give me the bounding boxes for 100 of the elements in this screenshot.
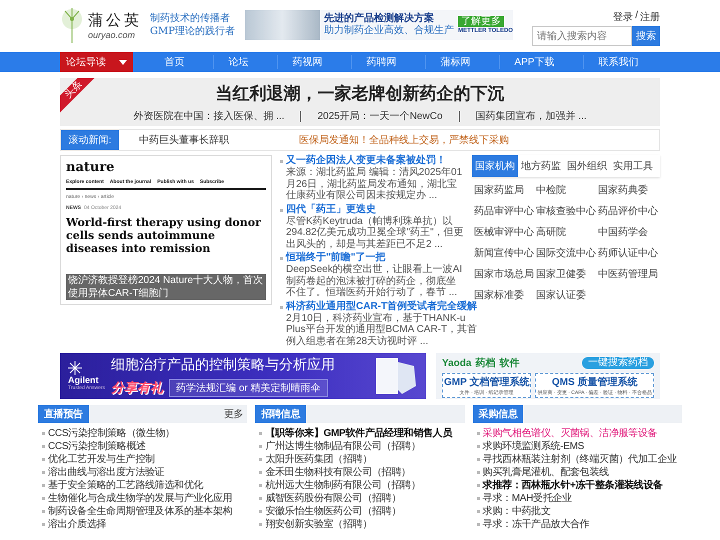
ad-title: 先进的产品检测解决方案 [324, 13, 436, 24]
bullet-icon [42, 497, 45, 500]
list-link[interactable]: 太阳升医药集团（招聘） [259, 453, 372, 466]
list-link[interactable]: 生物催化与合成生物学的发展与产业化应用 [42, 492, 232, 505]
directory-link[interactable]: 国家卫健委 [536, 269, 596, 281]
directory-link[interactable]: 国家标准委 [474, 290, 534, 302]
directory-link[interactable]: 国家药监局 [474, 185, 534, 197]
nav-link[interactable]: 药聘网 [351, 55, 410, 69]
offer-text: 药学法规汇编 or 精美定制晴雨伞 [169, 378, 328, 396]
nav-link[interactable]: 药视网 [277, 55, 336, 69]
list-link[interactable]: CCS污染控制策略（微生物） [42, 427, 175, 440]
bullet-icon [42, 432, 45, 435]
directory-link[interactable]: 医械审评中心 [474, 227, 534, 239]
ad-title: 细胞治疗产品的控制策略与分析应用 [111, 356, 336, 374]
directory-link[interactable]: 国家市场总局 [474, 269, 534, 281]
logo-name: 蒲公英 [88, 10, 142, 30]
directory-link[interactable]: 新闻宣传中心 [474, 248, 534, 260]
nav-link[interactable]: APP下载 [499, 55, 568, 69]
nav-link[interactable]: 首页 [150, 55, 198, 69]
directory-link[interactable]: 国际交流中心 [536, 248, 596, 260]
ticker-link[interactable]: 中药巨头董事长辞职 [139, 133, 229, 147]
list-link[interactable]: 求购环境监测系统-EMS [476, 440, 584, 453]
nav-link[interactable]: 蒲标网 [425, 55, 484, 69]
list-link[interactable]: 购买乳膏尾灌机、配套包装线 [476, 466, 609, 479]
list-link[interactable]: 寻找西林瓶装注射剂（终端灭菌）代加工企业 [476, 453, 677, 466]
nav-link[interactable]: 论坛 [213, 55, 262, 69]
promo-text: 分享有礼 [111, 378, 164, 396]
nav-link[interactable]: 联系我们 [583, 55, 652, 69]
tab[interactable]: 国家机构 [472, 155, 518, 177]
bullet-icon [476, 471, 480, 474]
list-link[interactable]: 求推荐：西林瓶水针+冻干整条灌装线设备 [476, 479, 663, 492]
list-link[interactable]: 安徽乐怡生物医药公司（招聘） [259, 505, 402, 518]
article-screenshot[interactable] [60, 155, 272, 305]
list-link[interactable]: CCS污染控制策略概述 [42, 440, 146, 453]
bullet-icon [476, 497, 480, 500]
directory-link[interactable]: 国家药典委 [598, 185, 658, 197]
tab[interactable]: 国外组织 [564, 155, 610, 177]
ticker-link[interactable]: 医保局发通知！全品种线上交易，严禁线下采购 [299, 133, 509, 147]
directory-link[interactable]: 高研院 [536, 227, 596, 239]
logo-domain: ouryao.com [88, 30, 136, 40]
list-link[interactable]: 制药设备全生命周期管理及体系的基本架构 [42, 505, 232, 518]
search-button[interactable]: 搜索 [632, 26, 660, 46]
ticker-label: 滚动新闻: [61, 130, 119, 150]
list-link[interactable]: 威智医药股份有限公司（招聘） [259, 492, 402, 505]
news-title[interactable]: 四代「药王」更迭史 [286, 204, 464, 216]
directory-link[interactable]: 药师认证中心 [598, 248, 658, 260]
ad-brand-name: 药档 [475, 356, 496, 370]
headline-link[interactable]: 外资医院在中国：接入医保、拥 ... [117, 111, 300, 122]
bullet-icon [42, 458, 45, 461]
list-link[interactable]: 翔安创新实验室（招聘） [259, 518, 372, 531]
list-link[interactable]: 广州达博生物制品有限公司（招聘） [259, 440, 421, 453]
tab[interactable]: 地方药监 [518, 155, 564, 177]
headline-link[interactable]: 国药集团宣布，加强并 ... [458, 111, 603, 122]
headline-title[interactable]: 当红利退潮，一家老牌创新药企的下沉 [216, 82, 504, 105]
directory-link[interactable]: 国家认证委 [536, 290, 596, 302]
directory-link[interactable]: 中医药管理局 [598, 269, 658, 281]
list-link[interactable]: 优化工艺开发与生产控制 [42, 453, 155, 466]
news-summary: 2月10日，科济药业宣布，基于THANK-u Plus平台开发的通用型BCMA CAR-T，其首例入组患者在第28天访视时评 ... [286, 312, 478, 347]
directory-link[interactable]: 中检院 [536, 185, 596, 197]
search-field[interactable]: 请输入搜索内容 [532, 26, 632, 46]
directory-link[interactable]: 药品评价中心 [598, 206, 658, 218]
more-link[interactable]: 更多 [224, 407, 248, 421]
list-link[interactable]: 溶出介质选择 [42, 518, 106, 531]
directory-link[interactable]: 药品审评中心 [474, 206, 534, 218]
bullet-icon [476, 523, 480, 526]
list-link[interactable]: 寻求：冻干产品放大合作 [476, 518, 590, 531]
ad-subtitle: 助力制药企业高效、合规生产 [324, 25, 454, 37]
list-link[interactable]: 金禾田生物科技有限公司（招聘） [259, 466, 411, 479]
bullet-icon [476, 510, 480, 513]
list-link[interactable]: 【职等你来】GMP软件产品经理和销售人员 [259, 427, 452, 440]
directory-link[interactable]: 审核查验中心 [536, 206, 596, 218]
card-title: QMS 质量管理系统 [552, 376, 638, 389]
section-title: 采购信息 [472, 405, 524, 423]
card-title: GMP 文档管理系统 [444, 376, 530, 389]
bullet-icon [259, 458, 262, 461]
list-link[interactable]: 杭州远大生物制药有限公司（招聘） [259, 479, 421, 492]
list-link[interactable]: 溶出曲线与溶出度方法验证 [42, 466, 164, 479]
bullet-icon [280, 160, 283, 163]
news-summary: 尽管K药Keytruda（帕博利珠单抗）以294.82亿美元成功卫冕全球"药王"，但更出风头的，却是与其差距已不足2 ... [286, 216, 464, 250]
bullet-icon [259, 510, 262, 513]
bullet-icon [259, 484, 262, 487]
bullet-icon [259, 497, 262, 500]
news-title[interactable]: 又一药企因法人变更未备案被处罚！ [286, 155, 464, 167]
login-link[interactable]: 登录 [613, 10, 634, 24]
bullet-icon [259, 445, 262, 448]
news-title[interactable]: 科济药业通用型CAR-T首例受试者完全缓解 [286, 300, 478, 312]
forum-guide-menu[interactable]: 论坛导读 [60, 52, 133, 72]
image-caption: 饶沪济教授登榜2024 Nature十大人物，首次使用异体CAR-T细胞门 [66, 274, 266, 300]
register-link[interactable]: 注册 [640, 10, 660, 24]
bullet-icon [42, 471, 45, 474]
news-title[interactable]: 恒瑞终于"前瞻"了一把 [286, 252, 464, 264]
headline-link[interactable]: 2025开局：一天一个NewCo [300, 111, 459, 122]
list-link[interactable]: 寻求：MAH受托企业 [476, 492, 572, 505]
bullet-icon [42, 484, 45, 487]
news-summary: 来源：湖北药监局 编辑：清风2025年01月26日，湖北药监局发布通知，湖北宝仕康药业有限公司因未按规定办 ... [286, 167, 464, 202]
list-link[interactable]: 求购：中药批文 [476, 505, 551, 518]
directory-link[interactable]: 中国药学会 [598, 227, 658, 239]
list-link[interactable]: 基于安全策略的工艺路线筛选和优化 [42, 479, 204, 492]
list-link[interactable]: 采购气相色谱仪、灭菌锅、洁净服等设备 [476, 427, 658, 440]
tab[interactable]: 实用工具 [610, 155, 656, 177]
